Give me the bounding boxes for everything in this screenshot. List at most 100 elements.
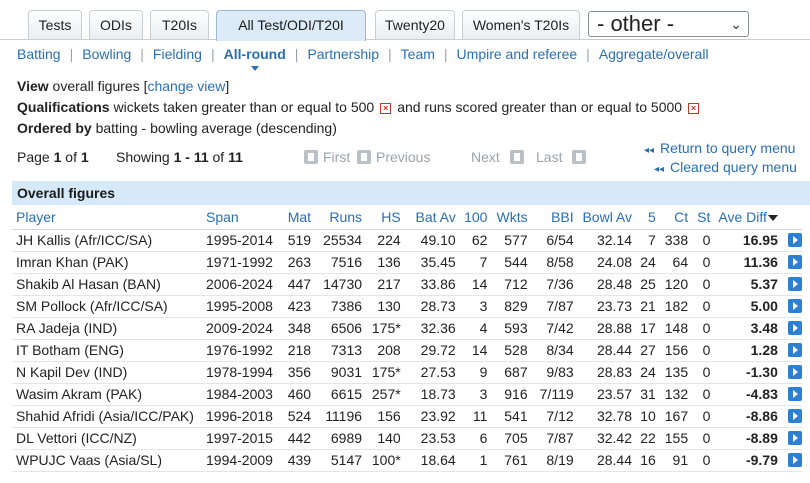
stat-cell: 0 [692, 383, 715, 406]
play-arrow-icon[interactable] [788, 409, 802, 423]
play-arrow-icon[interactable] [788, 255, 802, 269]
nav-fielding[interactable]: Fielding [153, 46, 202, 62]
tab-label: All Test/ODI/T20I [238, 17, 344, 33]
col-header[interactable]: Span [202, 205, 279, 230]
showing-range: 1 - 11 [173, 149, 209, 165]
col-header[interactable]: Player [12, 205, 202, 230]
stat-cell: 257* [366, 383, 405, 406]
stat-cell: 593 [491, 317, 532, 340]
format-tabs: Tests ODIs T20Is All Test/ODI/T20I Twent… [0, 0, 810, 41]
stat-cell: 9 [459, 361, 492, 384]
play-arrow-icon[interactable] [788, 431, 802, 445]
stat-cell: 9031 [315, 361, 367, 384]
play-arrow-icon[interactable] [788, 453, 802, 467]
play-arrow-icon[interactable] [788, 321, 802, 335]
stat-cell: 7/87 [531, 295, 578, 318]
stat-cell: 27 [636, 339, 660, 362]
table-row: DL Vettori (ICC/NZ) 1997-2015 442 6989 140 23… [12, 427, 802, 450]
play-arrow-icon[interactable] [788, 387, 802, 401]
remove-runs-qualification-icon[interactable]: × [688, 102, 700, 114]
play-arrow-icon[interactable] [788, 299, 802, 313]
stat-cell: 6/54 [531, 229, 578, 252]
stat-cell: 0 [692, 229, 715, 252]
previous-page-button[interactable]: Previous [357, 149, 430, 165]
col-header[interactable]: BBI [531, 205, 578, 230]
showing-word: Showing [116, 149, 170, 165]
col-header[interactable]: 100 [459, 205, 492, 230]
stat-cell: 687 [491, 361, 532, 384]
nav-separator: | [69, 46, 74, 62]
stat-cell: 6989 [315, 427, 367, 450]
stat-cell: 7386 [315, 295, 367, 318]
nav-aggregate-overall[interactable]: Aggregate/overall [599, 46, 709, 62]
col-header[interactable]: 5 [636, 205, 660, 230]
col-header[interactable]: Wkts [491, 205, 532, 230]
row-action-cell [781, 427, 802, 450]
cleared-query-row: ◂◂ Cleared query menu [640, 159, 797, 178]
next-label: Next [471, 149, 500, 165]
stat-cell: 16 [636, 449, 660, 472]
first-page-button[interactable]: First [304, 149, 350, 165]
player-cell: DL Vettori (ICC/NZ) [12, 427, 202, 450]
stat-cell: 528 [491, 339, 532, 362]
remove-wickets-qualification-icon[interactable]: × [380, 102, 392, 114]
stat-cell: 167 [659, 405, 693, 428]
caret-down-icon [250, 66, 259, 71]
player-cell: SM Pollock (Afr/ICC/SA) [12, 295, 202, 318]
stat-cell: 0 [692, 361, 715, 384]
stat-cell: 132 [659, 383, 693, 406]
stat-cell: 32.14 [577, 229, 637, 252]
nav-batting[interactable]: Batting [17, 46, 61, 62]
stat-cell: 49.10 [404, 229, 460, 252]
stat-cell: 148 [659, 317, 693, 340]
other-format-select[interactable]: - other - ⌄ [588, 11, 749, 37]
stat-cell: 712 [491, 273, 532, 296]
nav-team[interactable]: Team [401, 46, 435, 62]
play-arrow-icon[interactable] [788, 277, 802, 291]
change-view-link[interactable]: change view [147, 78, 225, 94]
col-header[interactable]: Ct [659, 205, 693, 230]
col-header[interactable]: Bat Av [404, 205, 460, 230]
stat-cell: 263 [278, 251, 316, 274]
col-header[interactable]: Mat [278, 205, 316, 230]
col-header[interactable]: St [692, 205, 715, 230]
col-header-sorted[interactable]: Ave Diff [714, 205, 782, 230]
stat-cell: 23.92 [404, 405, 460, 428]
last-page-button[interactable]: Last [536, 149, 591, 165]
nav-umpire-referee[interactable]: Umpire and referee [457, 46, 578, 62]
player-cell: WPUJC Vaas (Asia/SL) [12, 449, 202, 472]
nav-all-round[interactable]: All-round [224, 46, 286, 71]
stat-cell: 28.48 [577, 273, 637, 296]
play-arrow-icon[interactable] [788, 343, 802, 357]
stat-cell: 8/19 [531, 449, 578, 472]
player-cell: IT Botham (ENG) [12, 339, 202, 362]
nav-partnership[interactable]: Partnership [307, 46, 379, 62]
player-cell: Shahid Afridi (Asia/ICC/PAK) [12, 405, 202, 428]
next-page-button[interactable]: Next [471, 149, 529, 165]
stat-cell: 11196 [315, 405, 367, 428]
tab-womens-t20is[interactable]: Women's T20Is [462, 10, 580, 40]
tab-tests[interactable]: Tests [28, 10, 82, 40]
current-page: 1 [53, 149, 62, 165]
return-to-query-menu-link[interactable]: Return to query menu [660, 140, 795, 156]
table-row: Imran Khan (PAK) 1971-1992 263 7516 136 35.45… [12, 251, 802, 274]
table-row: Shakib Al Hasan (BAN) 2006-2024 447 14730 21… [12, 273, 802, 296]
page-indicator: Page 1 of 1 [17, 149, 89, 165]
nav-bowling[interactable]: Bowling [82, 46, 131, 62]
play-arrow-icon[interactable] [788, 233, 802, 247]
col-header[interactable]: HS [366, 205, 405, 230]
cleared-query-menu-link[interactable]: Cleared query menu [670, 159, 797, 175]
stat-cell: 0 [692, 317, 715, 340]
stat-cell: 7 [636, 229, 660, 252]
col-header[interactable]: Runs [315, 205, 367, 230]
table-row: RA Jadeja (IND) 2009-2024 348 6506 175* 32.36… [12, 317, 802, 340]
col-header[interactable]: Bowl Av [577, 205, 637, 230]
tab-all-formats[interactable]: All Test/ODI/T20I [216, 10, 366, 41]
stat-cell: 4 [459, 317, 492, 340]
row-action-cell [781, 449, 802, 472]
tab-odis[interactable]: ODIs [89, 10, 143, 40]
tab-twenty20[interactable]: Twenty20 [375, 10, 455, 40]
stat-cell: 24 [636, 361, 660, 384]
tab-t20is[interactable]: T20Is [150, 10, 209, 40]
play-arrow-icon[interactable] [788, 365, 802, 379]
